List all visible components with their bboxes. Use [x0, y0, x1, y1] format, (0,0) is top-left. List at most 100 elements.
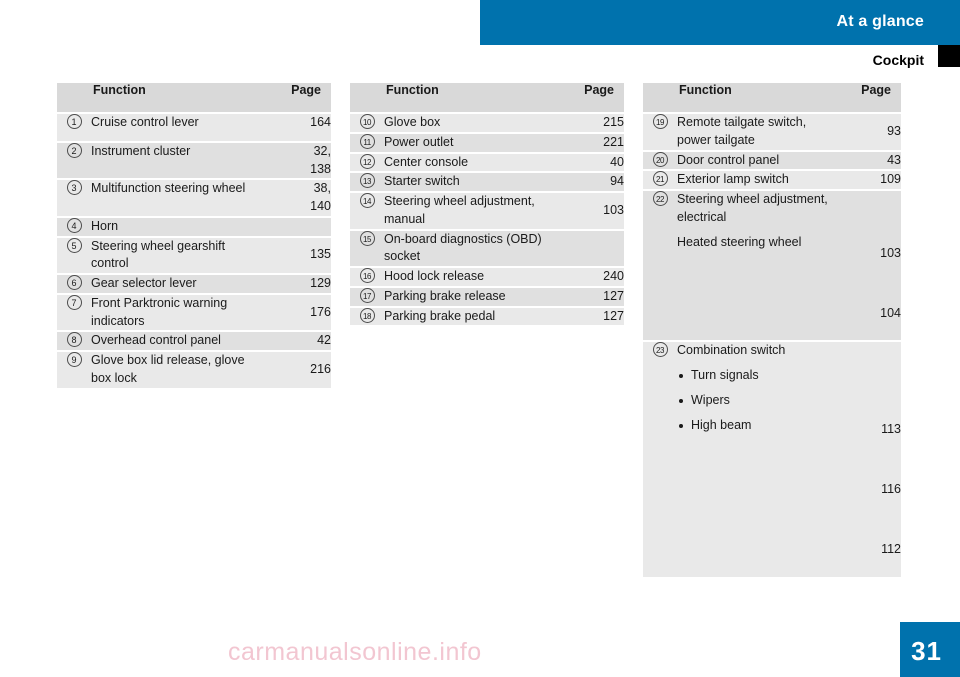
- item-page: 216: [261, 350, 331, 388]
- item-function: Front Parktronic warning indicators: [91, 292, 261, 332]
- circled-number-icon: 21: [652, 171, 668, 187]
- item-page: 42: [261, 330, 331, 351]
- item-page: 94: [554, 171, 624, 192]
- table-row: 5 Steering wheel gearshift control 135: [57, 235, 331, 274]
- circled-number-icon: 23: [652, 342, 668, 358]
- item-page: 103: [554, 191, 624, 230]
- item-number: 4: [57, 215, 91, 237]
- item-page: 113 116 112: [831, 340, 901, 577]
- circled-number-icon: 6: [66, 275, 82, 290]
- item-function: Instrument cluster: [91, 140, 261, 180]
- table-row: 2 Instrument cluster 32, 138: [57, 140, 331, 180]
- table-row: 8 Overhead control panel 42: [57, 330, 331, 351]
- item-number: 15: [350, 228, 384, 267]
- item-number: 1: [57, 112, 91, 142]
- item-function-line2: Heated steering wheel: [677, 234, 802, 249]
- header-page: Page: [261, 83, 331, 113]
- table-row: 20 Door control panel 43: [643, 149, 901, 171]
- item-function: On-board diagnostics (OBD) socket: [384, 228, 554, 267]
- item-number: 12: [350, 151, 384, 173]
- table-row: 7 Front Parktronic warning indicators 17…: [57, 292, 331, 332]
- item-page: 129: [261, 273, 331, 294]
- header-title: At a glance: [836, 13, 924, 30]
- sub-item-label: Turn signals: [677, 367, 831, 385]
- item-page: 127: [554, 285, 624, 307]
- item-function: Steering wheel gearshift control: [91, 235, 261, 274]
- item-page: 240: [554, 266, 624, 287]
- header-function: Function: [91, 83, 261, 113]
- table-header-row: Function Page: [57, 83, 331, 113]
- item-function: Parking brake pedal: [384, 305, 554, 326]
- item-function: Horn: [91, 215, 261, 237]
- circled-number-icon: 13: [359, 173, 375, 189]
- item-page-1: 103: [880, 245, 901, 260]
- circled-number-icon: 15: [359, 230, 375, 246]
- table-row: 4 Horn: [57, 215, 331, 237]
- item-number: 19: [643, 112, 677, 151]
- item-function: Power outlet: [384, 131, 554, 153]
- item-page: 135: [261, 235, 331, 274]
- item-page: [554, 228, 624, 267]
- table-row: 21 Exterior lamp switch 109: [643, 169, 901, 190]
- item-function: Door control panel: [677, 149, 831, 171]
- sub-item-page: 112: [881, 542, 901, 556]
- item-function: Center console: [384, 151, 554, 173]
- sub-item-label: High beam: [677, 417, 831, 435]
- table-row: 3 Multifunction steering wheel 38, 140: [57, 178, 331, 217]
- corner-marker: [938, 45, 960, 67]
- circled-number-icon: 11: [359, 133, 375, 149]
- item-page: [261, 215, 331, 237]
- header-spacer: [57, 83, 91, 113]
- circled-number-icon: 16: [359, 268, 375, 283]
- header-function: Function: [384, 83, 554, 113]
- legend-column-2: Function Page 10 Glove box 215 11 Power …: [350, 83, 624, 326]
- item-page: 40: [554, 151, 624, 173]
- circled-number-icon: 19: [652, 114, 668, 129]
- item-number: 8: [57, 330, 91, 351]
- item-number: 9: [57, 350, 91, 388]
- table-header-row: Function Page: [350, 83, 624, 113]
- item-function: Overhead control panel: [91, 330, 261, 351]
- item-number: 17: [350, 285, 384, 307]
- item-function: Multifunction steering wheel: [91, 178, 261, 217]
- header-function: Function: [677, 83, 831, 113]
- table-header-row: Function Page: [643, 83, 901, 113]
- table-row: 6 Gear selector lever 129: [57, 273, 331, 294]
- header-spacer: [350, 83, 384, 113]
- circled-number-icon: 5: [66, 237, 82, 253]
- item-function-line1: Steering wheel adjustment, electrical: [677, 192, 828, 224]
- circled-number-icon: 1: [66, 114, 82, 129]
- table-row: 18 Parking brake pedal 127: [350, 305, 624, 326]
- table-row: 14 Steering wheel adjustment, manual 103: [350, 191, 624, 230]
- circled-number-icon: 12: [359, 153, 375, 169]
- item-page: 93: [831, 112, 901, 151]
- item-number: 13: [350, 171, 384, 192]
- table-row: 17 Parking brake release 127: [350, 285, 624, 307]
- table-row: 16 Hood lock release 240: [350, 266, 624, 287]
- table-row: 23 Combination switch Turn signals Wiper…: [643, 340, 901, 577]
- circled-number-icon: 2: [66, 142, 82, 158]
- item-function: Gear selector lever: [91, 273, 261, 294]
- item-function: Starter switch: [384, 171, 554, 192]
- item-number: 18: [350, 305, 384, 326]
- circled-number-icon: 8: [66, 332, 82, 348]
- item-number: 22: [643, 188, 677, 342]
- item-function: Combination switch Turn signals Wipers H…: [677, 340, 831, 577]
- item-number: 2: [57, 140, 91, 180]
- item-number: 6: [57, 273, 91, 294]
- item-function: Exterior lamp switch: [677, 169, 831, 190]
- item-number: 21: [643, 169, 677, 190]
- item-number: 11: [350, 131, 384, 153]
- item-page: 43: [831, 149, 901, 171]
- legend-column-1: Function Page 1 Cruise control lever 164…: [57, 83, 331, 388]
- legend-table-2: Function Page 10 Glove box 215 11 Power …: [350, 83, 624, 326]
- circled-number-icon: 20: [652, 151, 668, 167]
- item-page: 164: [261, 112, 331, 142]
- item-number: 10: [350, 112, 384, 133]
- page-number: 31: [911, 636, 942, 666]
- cockpit-legend-tables: Function Page 1 Cruise control lever 164…: [57, 83, 917, 577]
